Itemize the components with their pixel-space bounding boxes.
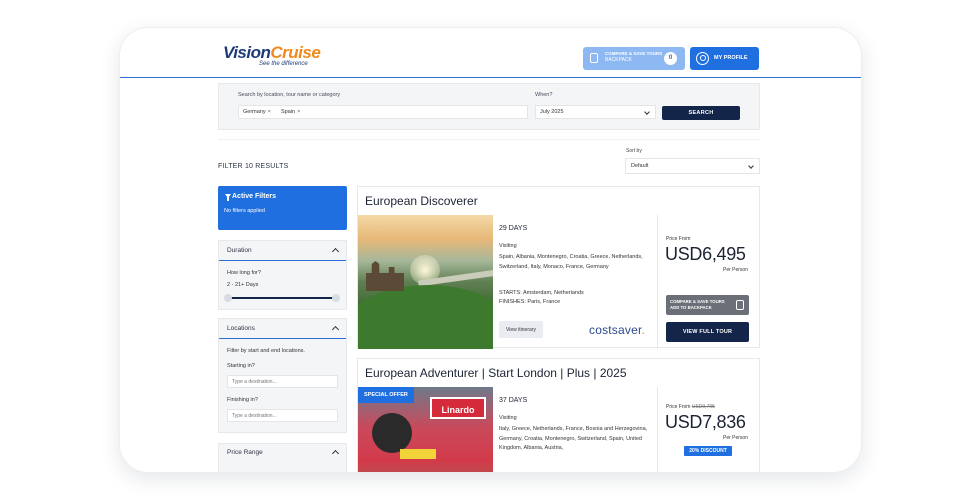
tour-price: USD6,495 (665, 244, 746, 264)
chevron-down-icon (748, 163, 754, 169)
active-filters-title: Active Filters (232, 193, 276, 200)
search-bar: Search by location, tour name or categor… (218, 83, 760, 130)
locations-title: Locations (227, 325, 255, 332)
chip-remove-icon[interactable]: × (268, 109, 271, 115)
starting-in-label: Starting in? (227, 363, 255, 369)
backpack-icon (736, 300, 744, 310)
slider-max-handle[interactable] (332, 294, 340, 302)
divider (218, 139, 760, 140)
user-icon (696, 52, 709, 65)
price-from-label: Price From (666, 236, 691, 242)
chip-germany[interactable]: Germany × (243, 109, 271, 115)
chip-spain[interactable]: Spain × (281, 109, 300, 115)
locations-panel-header[interactable]: Locations (219, 319, 346, 339)
view-full-tour-button[interactable]: VIEW FULL TOUR (666, 322, 749, 342)
chevron-up-icon (331, 449, 340, 458)
visiting-label: Visiting (499, 243, 517, 249)
duration-panel: Duration How long for? 2 - 21+ Days (218, 240, 347, 310)
browser-frame: VisionCruise See the difference COMPARE … (120, 28, 861, 472)
discount-badge: 20% DISCOUNT (684, 446, 732, 456)
visioncruise-logo[interactable]: VisionCruise See the difference (223, 43, 321, 67)
finishing-in-input[interactable]: Type a destination... (227, 409, 338, 422)
my-profile-label: MY PROFILE (714, 55, 748, 61)
chip-remove-icon[interactable]: × (297, 109, 300, 115)
tour-image[interactable]: Linardo SPECIAL OFFER (358, 387, 493, 472)
location-search-input[interactable]: Germany × Spain × (238, 105, 528, 119)
results-count: FILTER 10 RESULTS (218, 163, 289, 170)
visiting-countries: Italy, Greece, Netherlands, France, Bosn… (499, 426, 648, 451)
finishing-in-label: Finishing in? (227, 397, 258, 403)
view-itinerary-button[interactable]: View itinerary (499, 321, 543, 338)
tour-finish: FINISHES: Paris, France (499, 299, 561, 305)
duration-slider[interactable] (224, 294, 340, 302)
add-to-backpack-label: COMPARE & SAVE TOURS ADD TO BACKPACK (670, 299, 725, 310)
costsaver-logo: costsaver. (589, 323, 646, 337)
tour-card: European Adventurer | Start London | Plu… (357, 358, 760, 472)
tour-duration: 37 DAYS (499, 397, 528, 404)
price-from-label: Price From USD9,795 (666, 404, 715, 410)
chevron-up-icon (331, 247, 340, 256)
slider-min-handle[interactable] (224, 294, 232, 302)
chevron-up-icon (331, 325, 340, 334)
when-select[interactable]: July 2025 (535, 105, 656, 119)
price-column: Price From USD9,795 USD7,836 Per Person … (657, 387, 759, 472)
finishing-in-placeholder: Type a destination... (232, 413, 277, 419)
backpack-button[interactable]: COMPARE & SAVE TOURS BACKPACK 0 (583, 47, 685, 70)
backpack-icon (590, 53, 598, 63)
visiting-countries: Spain, Albania, Montenegro, Croatia, Gre… (499, 254, 643, 270)
tour-title[interactable]: European Discoverer (365, 194, 478, 208)
sort-label: Sort by (626, 148, 642, 154)
active-filters-status: No filters applied (224, 208, 265, 214)
price-range-panel: Price Range (218, 443, 347, 472)
sort-select[interactable]: Default (625, 158, 760, 174)
price-column: Price From USD6,495 Per Person COMPARE &… (657, 215, 759, 349)
price-range-title: Price Range (227, 449, 263, 456)
locations-panel: Locations Filter by start and end locati… (218, 318, 347, 433)
tour-image[interactable] (358, 215, 493, 349)
add-to-backpack-button[interactable]: COMPARE & SAVE TOURS ADD TO BACKPACK (666, 295, 749, 315)
when-label: When? (535, 92, 553, 98)
location-search-label: Search by location, tour name or categor… (238, 92, 341, 98)
duration-question: How long for? (227, 270, 261, 276)
tour-title[interactable]: European Adventurer | Start London | Plu… (365, 366, 627, 380)
logo-wordmark: VisionCruise (223, 43, 321, 62)
search-button[interactable]: SEARCH (662, 106, 740, 120)
when-value: July 2025 (540, 109, 564, 115)
tour-image-sign: Linardo (430, 397, 486, 419)
sort-value: Default (631, 163, 649, 169)
backpack-count-badge: 0 (664, 52, 677, 65)
starting-in-input[interactable]: Type a destination... (227, 375, 338, 388)
tour-card: European Discoverer 29 DAYS Visiting Spa… (357, 186, 760, 349)
chevron-down-icon (644, 109, 650, 115)
special-offer-badge: SPECIAL OFFER (358, 387, 414, 403)
price-range-panel-header[interactable]: Price Range (219, 444, 346, 464)
filter-icon (225, 194, 231, 201)
my-profile-button[interactable]: MY PROFILE (690, 47, 759, 70)
active-filters-panel: Active Filters No filters applied (218, 186, 347, 230)
visiting-label: Visiting (499, 415, 517, 421)
tour-duration: 29 DAYS (499, 225, 528, 232)
original-price: USD9,795 (691, 404, 715, 410)
per-person-label: Per Person (722, 435, 748, 441)
tour-price: USD7,836 (665, 412, 746, 432)
duration-title: Duration (227, 247, 252, 254)
starting-in-placeholder: Type a destination... (232, 379, 277, 385)
site-header: VisionCruise See the difference COMPARE … (120, 28, 861, 78)
locations-hint: Filter by start and end locations. (227, 348, 305, 354)
per-person-label: Per Person (722, 267, 748, 273)
duration-range-value: 2 - 21+ Days (227, 282, 259, 288)
backpack-label: COMPARE & SAVE TOURS BACKPACK (605, 51, 663, 63)
duration-panel-header[interactable]: Duration (219, 241, 346, 261)
